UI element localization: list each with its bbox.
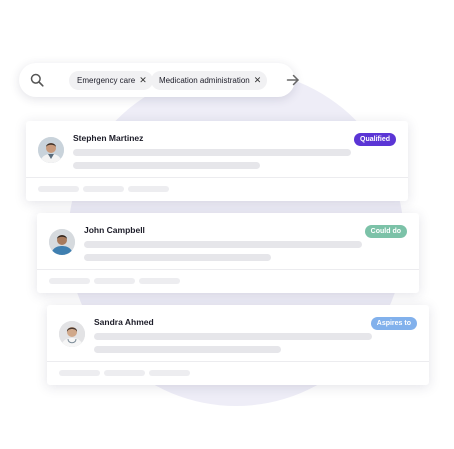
placeholder-line <box>94 346 281 353</box>
avatar <box>49 229 75 255</box>
placeholder-line <box>73 149 351 156</box>
placeholder-line <box>84 241 362 248</box>
status-badge: Could do <box>364 225 407 238</box>
divider <box>37 269 419 270</box>
chip-label: Emergency care <box>77 76 136 85</box>
placeholder-tag <box>83 186 124 192</box>
candidate-card[interactable]: Sandra Ahmed Aspires to <box>47 305 429 385</box>
placeholder-tag <box>128 186 169 192</box>
candidate-name: John Campbell <box>84 225 145 235</box>
placeholder-tag <box>139 278 180 284</box>
filter-chip[interactable]: Emergency care ✕ <box>69 71 153 90</box>
chip-label: Medication administration <box>159 76 250 85</box>
placeholder-tag <box>149 370 190 376</box>
avatar <box>59 321 85 347</box>
arrow-right-icon[interactable] <box>286 73 300 87</box>
placeholder-tag <box>49 278 90 284</box>
status-badge: Qualified <box>354 133 396 146</box>
status-badge: Aspires to <box>370 317 417 330</box>
divider <box>47 361 429 362</box>
filter-chip[interactable]: Medication administration ✕ <box>151 71 268 90</box>
placeholder-line <box>84 254 271 261</box>
divider <box>26 177 408 178</box>
close-icon[interactable]: ✕ <box>254 76 262 85</box>
candidate-card[interactable]: Stephen Martinez Qualified <box>26 121 408 201</box>
search-bar[interactable]: Emergency care ✕ Medication administrati… <box>19 63 299 97</box>
close-icon[interactable]: ✕ <box>139 76 147 85</box>
placeholder-line <box>73 162 260 169</box>
search-icon <box>30 73 44 87</box>
placeholder-tag <box>104 370 145 376</box>
placeholder-tag <box>94 278 135 284</box>
placeholder-tag <box>59 370 100 376</box>
placeholder-line <box>94 333 372 340</box>
placeholder-tag <box>38 186 79 192</box>
candidate-name: Sandra Ahmed <box>94 317 154 327</box>
candidate-name: Stephen Martinez <box>73 133 144 143</box>
avatar <box>38 137 64 163</box>
candidate-card[interactable]: John Campbell Could do <box>37 213 419 293</box>
